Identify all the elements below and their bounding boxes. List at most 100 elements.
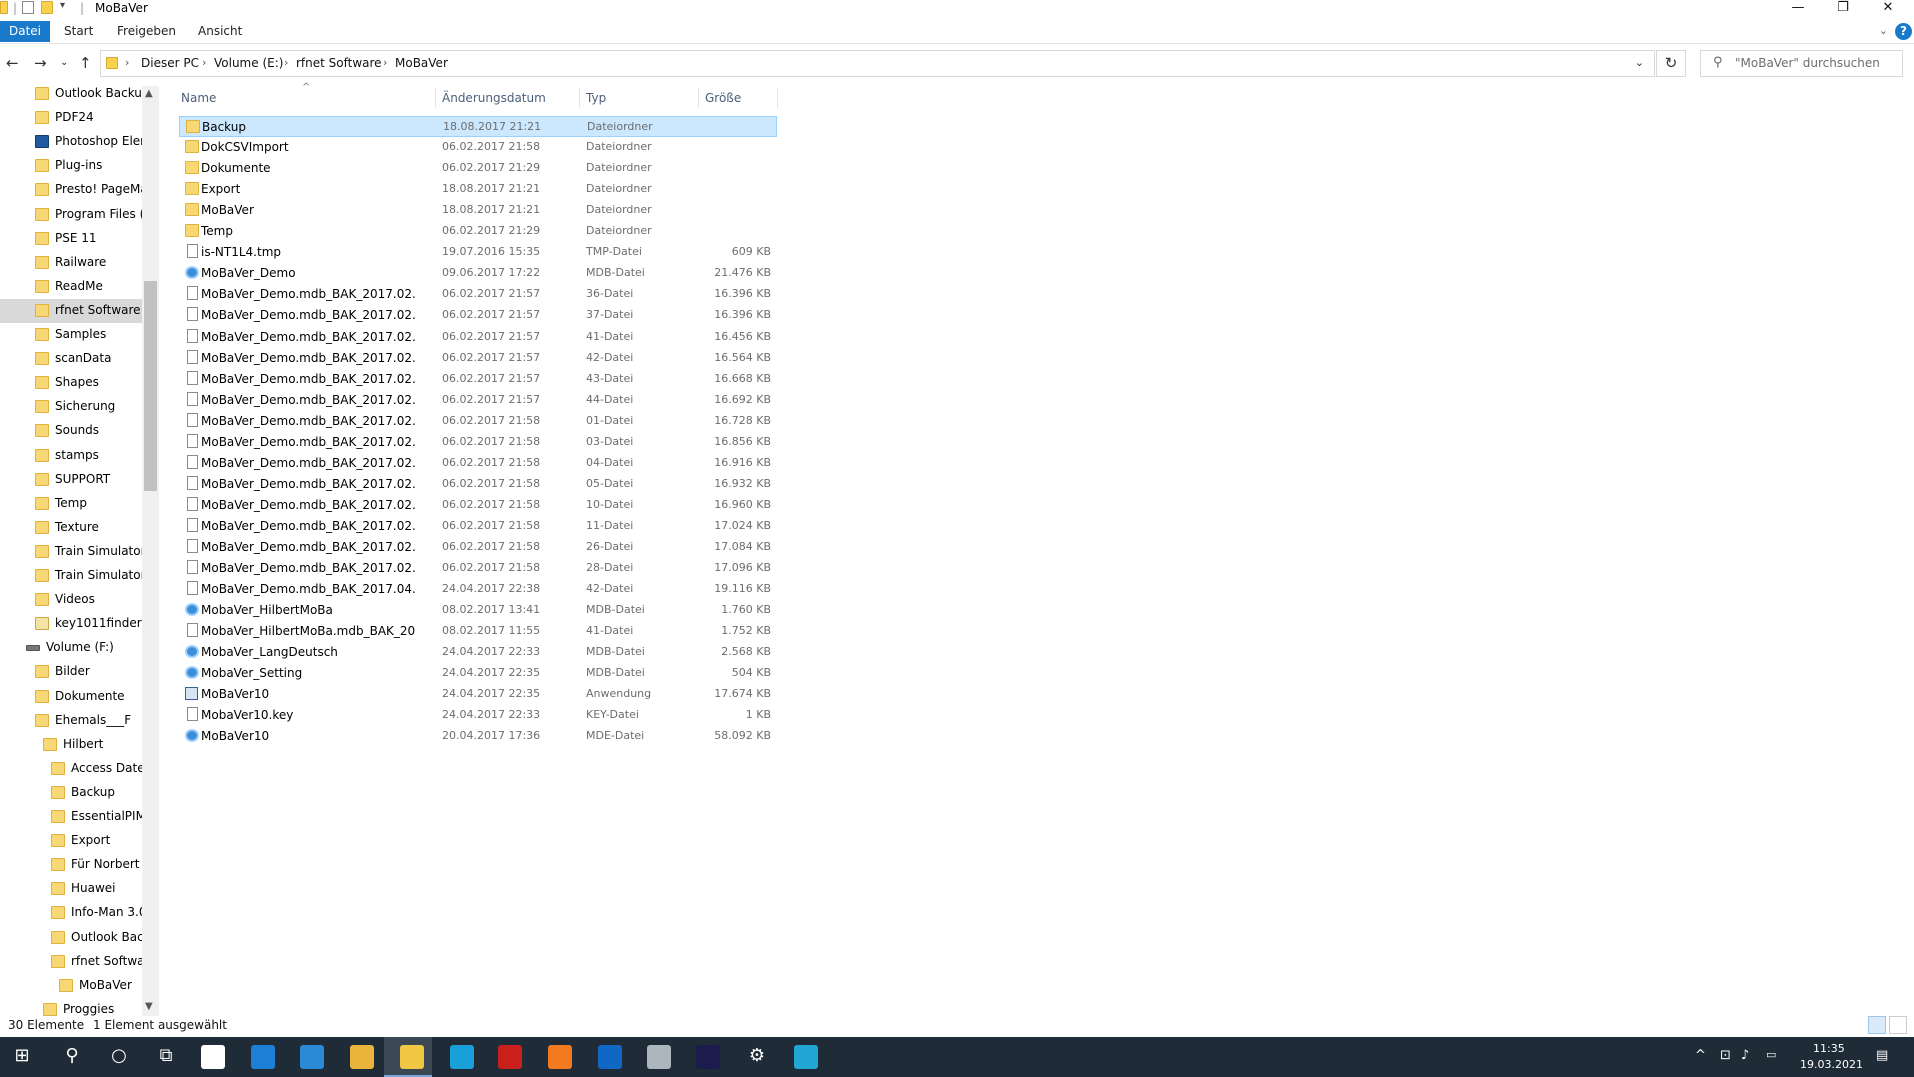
- column-size[interactable]: Größe: [699, 86, 777, 110]
- edge-icon[interactable]: [300, 1045, 324, 1069]
- nav-scrollbar[interactable]: ▲ ▼: [142, 86, 159, 1016]
- file-row[interactable]: DokCSVImport 06.02.2017 21:58 Dateiordner: [179, 137, 777, 158]
- file-row[interactable]: MoBaVer_Demo.mdb_BAK_2017.02.06_21... 06.…: [179, 348, 777, 369]
- breadcrumb-mobaver[interactable]: MoBaVer: [395, 56, 448, 70]
- nav-item[interactable]: stamps: [0, 444, 142, 468]
- address-dropdown-icon[interactable]: ⌄: [1635, 56, 1644, 69]
- file-row[interactable]: MoBaVer_Demo.mdb_BAK_2017.02.06_21... 06.…: [179, 284, 777, 305]
- nav-item[interactable]: Info-Man 3.0: [0, 901, 142, 925]
- nav-item[interactable]: scanData: [0, 347, 142, 371]
- notifications-icon[interactable]: ▤: [1876, 1048, 1888, 1063]
- nav-item[interactable]: Dokumente: [0, 685, 142, 709]
- file-row[interactable]: MoBaVer_Demo.mdb_BAK_2017.02.06_21... 06.…: [179, 432, 777, 453]
- file-row[interactable]: MoBaVer_Demo.mdb_BAK_2017.02.06_21... 06.…: [179, 411, 777, 432]
- file-row[interactable]: MoBaVer_Demo.mdb_BAK_2017.02.06_21... 06.…: [179, 495, 777, 516]
- network-icon[interactable]: ⊡: [1720, 1048, 1731, 1063]
- nav-item[interactable]: rfnet Software: [0, 298, 142, 323]
- quick-access-dropdown-icon[interactable]: ▾: [60, 0, 65, 11]
- cortana-icon[interactable]: ○: [107, 1045, 131, 1066]
- breadcrumb-chevron-icon[interactable]: ›: [284, 56, 288, 69]
- nav-item[interactable]: Für Norbert: [0, 853, 142, 877]
- nav-item[interactable]: ReadMe: [0, 275, 142, 299]
- nav-item[interactable]: Shapes: [0, 371, 142, 395]
- nav-item[interactable]: Sounds: [0, 419, 142, 443]
- nav-item[interactable]: Plug-ins: [0, 154, 142, 178]
- snipping-icon[interactable]: [450, 1045, 474, 1069]
- file-row[interactable]: MobaVer_HilbertMoBa 08.02.2017 13:41 MDB-D…: [179, 600, 777, 621]
- nav-item[interactable]: Volume (F:): [0, 636, 142, 660]
- nav-item[interactable]: PSE 11: [0, 227, 142, 251]
- back-arrow-icon[interactable]: ←: [6, 54, 19, 72]
- mail-icon[interactable]: [251, 1045, 275, 1069]
- nav-item[interactable]: Train Simulator 2: [0, 564, 142, 588]
- nav-item[interactable]: Train Simulator: [0, 540, 142, 564]
- column-type[interactable]: Typ: [580, 86, 698, 110]
- app-tile-icon[interactable]: [794, 1045, 818, 1069]
- file-row[interactable]: Export 18.08.2017 21:21 Dateiordner: [179, 179, 777, 200]
- nav-item[interactable]: Texture: [0, 516, 142, 540]
- settings-icon[interactable]: ⚙: [745, 1045, 769, 1066]
- file-row[interactable]: MobaVer10.key 24.04.2017 22:33 KEY-Datei 1 …: [179, 705, 777, 726]
- tab-datei[interactable]: Datei: [0, 21, 50, 42]
- acrobat-icon[interactable]: [498, 1045, 522, 1069]
- breadcrumb-rfnet-software[interactable]: rfnet Software: [296, 56, 382, 70]
- nav-item[interactable]: Proggies: [0, 998, 142, 1016]
- column-name[interactable]: Name ^: [179, 82, 435, 110]
- file-row[interactable]: Dokumente 06.02.2017 21:29 Dateiordner: [179, 158, 777, 179]
- nav-item[interactable]: Outlook Backup: [0, 86, 142, 106]
- file-row[interactable]: MoBaVer_Demo.mdb_BAK_2017.02.06_21... 06.…: [179, 305, 777, 326]
- nav-item[interactable]: EssentialPIM: [0, 805, 142, 829]
- nav-item[interactable]: Export: [0, 829, 142, 853]
- close-button[interactable]: ✕: [1868, 0, 1908, 17]
- firefox-icon[interactable]: [548, 1045, 572, 1069]
- file-row[interactable]: MoBaVer_Demo.mdb_BAK_2017.02.06_21... 06.…: [179, 453, 777, 474]
- breadcrumb-chevron-icon[interactable]: ›: [125, 56, 129, 69]
- file-row[interactable]: MoBaVer_Demo.mdb_BAK_2017.02.06_21... 06.…: [179, 474, 777, 495]
- task-view-icon[interactable]: ⧉: [154, 1045, 178, 1066]
- breadcrumb-volume-e[interactable]: Volume (E:): [214, 56, 283, 70]
- scroll-down-icon[interactable]: ▼: [145, 1001, 153, 1012]
- restore-button[interactable]: ❐: [1823, 0, 1863, 17]
- nav-item[interactable]: Huawei: [0, 877, 142, 901]
- file-row[interactable]: MobaVer_HilbertMoBa.mdb_BAK_2017.0... 08.…: [179, 621, 777, 642]
- start-icon[interactable]: ⊞: [10, 1045, 34, 1066]
- nav-item[interactable]: PDF24: [0, 106, 142, 130]
- nav-item[interactable]: Outlook Back: [0, 926, 142, 950]
- nav-item[interactable]: Videos: [0, 588, 142, 612]
- show-hidden-icons-icon[interactable]: ^: [1695, 1048, 1706, 1063]
- file-row[interactable]: MoBaVer10 20.04.2017 17:36 MDE-Datei 58.092…: [179, 726, 777, 747]
- tab-ansicht[interactable]: Ansicht: [190, 21, 250, 42]
- column-date[interactable]: Änderungsdatum: [436, 86, 579, 110]
- tab-freigeben[interactable]: Freigeben: [109, 21, 184, 42]
- column-divider[interactable]: [777, 88, 778, 108]
- nav-item[interactable]: Backup: [0, 781, 142, 805]
- recent-locations-icon[interactable]: ⌄: [60, 57, 68, 68]
- breadcrumb-dieser-pc[interactable]: Dieser PC: [141, 56, 199, 70]
- nav-item[interactable]: Access Datenl: [0, 757, 142, 781]
- nav-item[interactable]: key1011finder: [0, 612, 142, 636]
- nav-item[interactable]: Presto! PageMan: [0, 178, 142, 202]
- file-row[interactable]: MoBaVer10 24.04.2017 22:35 Anwendung 17.674…: [179, 684, 777, 705]
- help-button[interactable]: ?: [1895, 23, 1912, 40]
- refresh-icon[interactable]: ↻: [1656, 50, 1686, 77]
- file-row[interactable]: MoBaVer_Demo.mdb_BAK_2017.02.06_21... 06.…: [179, 390, 777, 411]
- file-row[interactable]: MoBaVer 18.08.2017 21:21 Dateiordner: [179, 200, 777, 221]
- file-row[interactable]: MoBaVer_Demo.mdb_BAK_2017.02.06_21... 06.…: [179, 369, 777, 390]
- minimize-button[interactable]: —: [1778, 0, 1818, 17]
- nav-item[interactable]: Sicherung: [0, 395, 142, 419]
- expand-ribbon-icon[interactable]: ⌄: [1879, 24, 1888, 37]
- file-explorer-icon[interactable]: [400, 1045, 424, 1069]
- file-row[interactable]: MoBaVer_Demo.mdb_BAK_2017.04.24_22... 24.…: [179, 579, 777, 600]
- file-row[interactable]: is-NT1L4.tmp 19.07.2016 15:35 TMP-Datei 609…: [179, 242, 777, 263]
- clock-date[interactable]: 19.03.2021: [1800, 1058, 1863, 1071]
- nav-item[interactable]: Program Files (x8: [0, 203, 142, 227]
- file-row[interactable]: Backup 18.08.2017 21:21 Dateiordner: [179, 116, 777, 137]
- nav-item[interactable]: Hilbert: [0, 733, 142, 757]
- forward-arrow-icon[interactable]: →: [34, 54, 47, 72]
- search-icon[interactable]: ⚲: [60, 1045, 84, 1066]
- large-icons-view-icon[interactable]: [1889, 1016, 1907, 1034]
- file-row[interactable]: MobaVer_Setting 24.04.2017 22:35 MDB-Datei…: [179, 663, 777, 684]
- file-row[interactable]: MoBaVer_Demo 09.06.2017 17:22 MDB-Datei 21.…: [179, 263, 777, 284]
- nav-item[interactable]: Bilder: [0, 660, 142, 684]
- scroll-thumb[interactable]: [144, 281, 157, 491]
